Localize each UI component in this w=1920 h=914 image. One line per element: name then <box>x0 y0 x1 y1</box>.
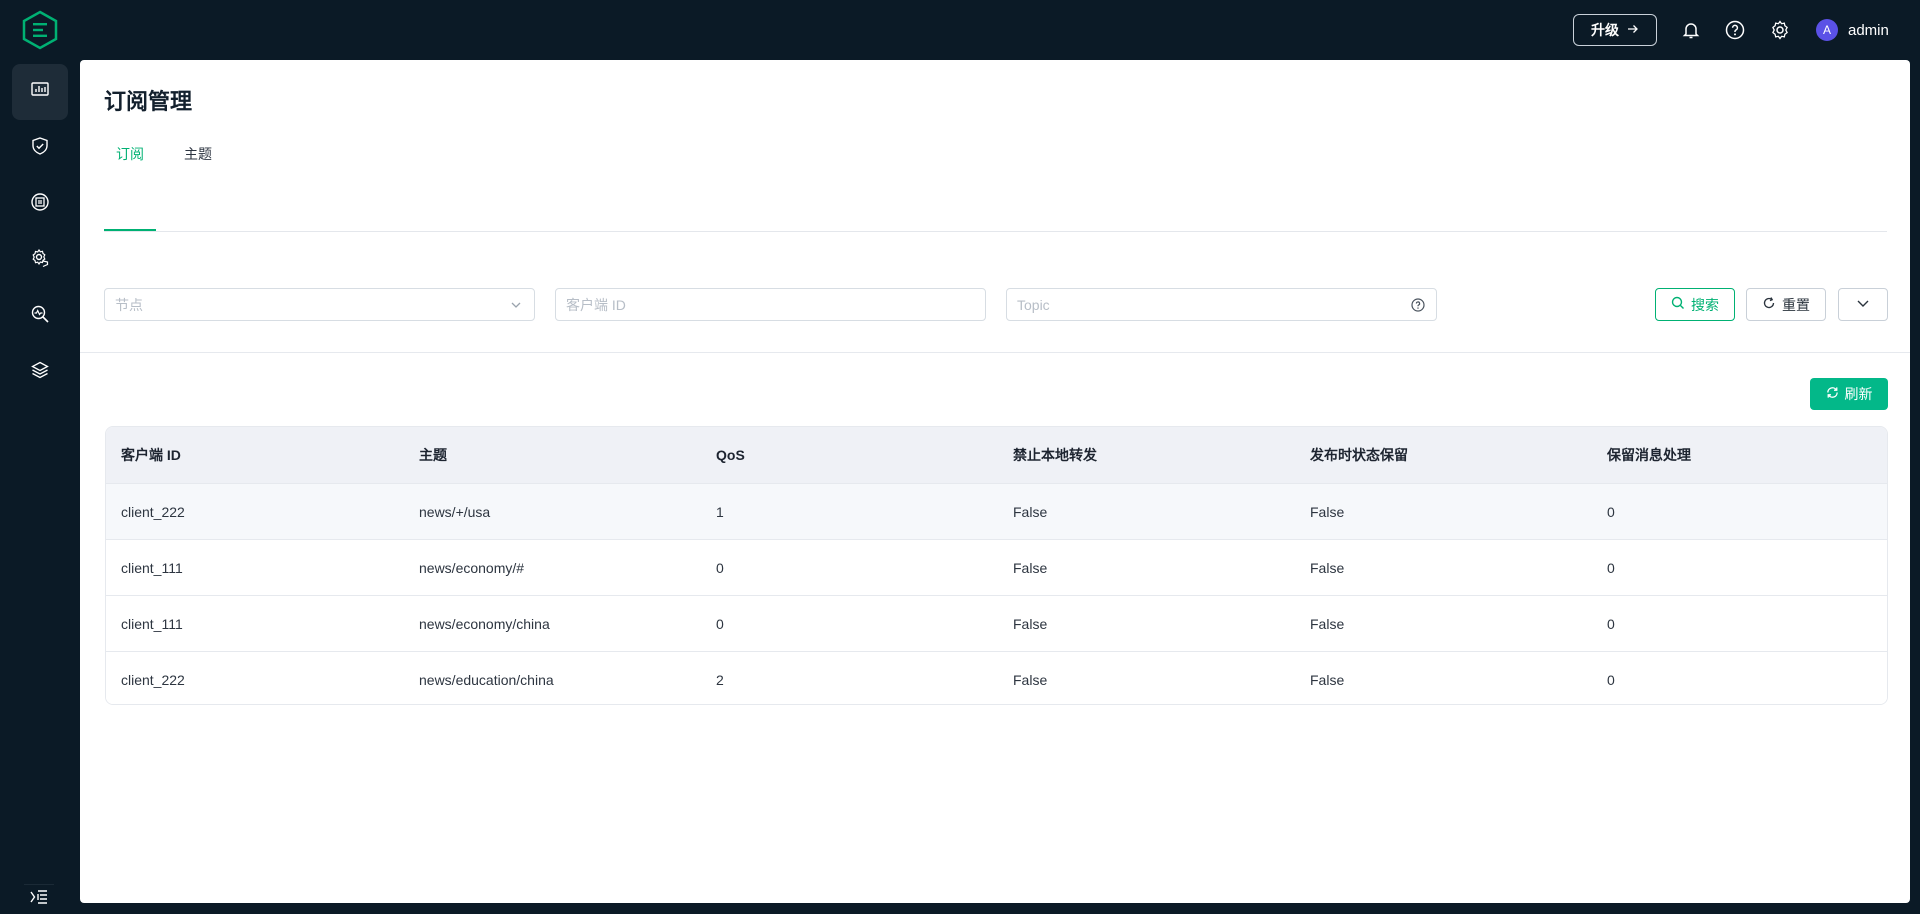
upgrade-button[interactable]: 升级 <box>1573 14 1657 46</box>
cell-retain-handling: 0 <box>1607 616 1615 632</box>
tab-subscriptions[interactable]: 订阅 <box>104 142 156 232</box>
cell-qos: 0 <box>716 616 724 632</box>
cell-topic: news/economy/# <box>419 560 525 576</box>
reset-button[interactable]: 重置 <box>1746 288 1826 321</box>
tab-topics[interactable]: 主题 <box>172 142 224 232</box>
topic-field[interactable] <box>1006 288 1437 321</box>
section-divider <box>80 352 1910 353</box>
cell-qos: 1 <box>716 504 724 520</box>
main-panel: 订阅管理 订阅 主题 搜索 重置 <box>80 60 1910 903</box>
cell-retain-handling: 0 <box>1607 560 1615 576</box>
reset-label: 重置 <box>1782 296 1810 313</box>
client-id-input[interactable] <box>566 289 975 320</box>
dashboard-icon <box>30 80 50 105</box>
cell-qos: 0 <box>716 560 724 576</box>
chevron-down-icon <box>1856 296 1870 313</box>
tab-label: 订阅 <box>116 146 144 162</box>
cell-no-local: False <box>1013 672 1048 688</box>
cell-topic: news/economy/china <box>419 616 550 632</box>
collapse-sidebar-button[interactable] <box>24 884 54 914</box>
top-bar: 升级 A admin <box>0 0 1920 60</box>
search-icon <box>1671 296 1685 313</box>
table-row[interactable]: client_222 news/education/china 2 False … <box>106 651 1887 704</box>
cell-no-local: False <box>1013 560 1048 576</box>
table-row[interactable]: client_111 news/economy/china 0 False Fa… <box>106 595 1887 651</box>
cell-client-id: client_222 <box>121 504 185 520</box>
question-icon[interactable] <box>1410 297 1426 313</box>
avatar: A <box>1816 19 1838 41</box>
upgrade-label: 升级 <box>1591 22 1619 38</box>
nav-subscriptions[interactable] <box>12 176 68 232</box>
cell-retain-as-published: False <box>1310 560 1345 576</box>
side-nav <box>0 60 80 911</box>
tab-active-indicator <box>104 229 156 231</box>
table-row[interactable]: client_111 news/economy/# 0 False False … <box>106 539 1887 595</box>
cell-retain-handling: 0 <box>1607 504 1615 520</box>
cell-retain-as-published: False <box>1310 672 1345 688</box>
search-button[interactable]: 搜索 <box>1655 288 1735 321</box>
column-header[interactable]: 发布时状态保留 <box>1310 427 1408 483</box>
reset-icon <box>1762 296 1776 313</box>
table-header: 客户端 ID 主题 QoS 禁止本地转发 发布时状态保留 保留消息处理 <box>106 427 1887 483</box>
column-header[interactable]: 主题 <box>419 427 447 483</box>
subscription-icon <box>30 192 50 217</box>
page-title: 订阅管理 <box>104 89 193 114</box>
chevron-down-icon <box>508 297 524 313</box>
emqx-logo-icon[interactable] <box>20 10 60 50</box>
topic-input[interactable] <box>1017 289 1426 320</box>
cell-retain-as-published: False <box>1310 504 1345 520</box>
username: admin <box>1848 21 1889 39</box>
gear-icon[interactable] <box>1768 18 1792 42</box>
cell-no-local: False <box>1013 616 1048 632</box>
search-label: 搜索 <box>1691 296 1719 313</box>
collapse-menu-icon <box>30 889 48 910</box>
cell-client-id: client_111 <box>121 560 183 576</box>
cell-no-local: False <box>1013 504 1048 520</box>
nav-access-control[interactable] <box>12 120 68 176</box>
nav-dashboard[interactable] <box>12 64 68 120</box>
tabs-divider <box>104 231 1887 232</box>
shield-check-icon <box>30 136 50 161</box>
cell-retain-handling: 0 <box>1607 672 1615 688</box>
refresh-icon <box>1826 386 1839 402</box>
client-id-field[interactable] <box>555 288 986 321</box>
nav-management[interactable] <box>12 232 68 288</box>
bell-icon[interactable] <box>1679 18 1703 42</box>
column-header[interactable]: QoS <box>716 427 745 483</box>
subscriptions-table: 客户端 ID 主题 QoS 禁止本地转发 发布时状态保留 保留消息处理 clie… <box>105 426 1888 705</box>
expand-filters-button[interactable] <box>1838 288 1888 321</box>
user-menu[interactable]: A admin <box>1816 18 1889 42</box>
refresh-label: 刷新 <box>1844 386 1873 402</box>
help-icon[interactable] <box>1723 18 1747 42</box>
layers-icon <box>30 360 50 385</box>
cell-client-id: client_222 <box>121 672 185 688</box>
gear-shield-icon <box>30 248 50 273</box>
refresh-button[interactable]: 刷新 <box>1810 378 1888 410</box>
cell-topic: news/+/usa <box>419 504 491 520</box>
table-row[interactable]: client_222 news/+/usa 1 False False 0 <box>106 483 1887 539</box>
node-select-input[interactable] <box>115 289 524 320</box>
cell-topic: news/education/china <box>419 672 554 688</box>
nav-extensions[interactable] <box>12 344 68 400</box>
cell-client-id: client_111 <box>121 616 183 632</box>
tab-label: 主题 <box>184 146 212 162</box>
cell-qos: 2 <box>716 672 724 688</box>
arrow-right-icon <box>1627 22 1639 38</box>
column-header[interactable]: 客户端 ID <box>121 427 181 483</box>
diagnose-icon <box>30 304 50 329</box>
nav-diagnose[interactable] <box>12 288 68 344</box>
cell-retain-as-published: False <box>1310 616 1345 632</box>
column-header[interactable]: 保留消息处理 <box>1607 427 1691 483</box>
column-header[interactable]: 禁止本地转发 <box>1013 427 1097 483</box>
node-select[interactable] <box>104 288 535 321</box>
